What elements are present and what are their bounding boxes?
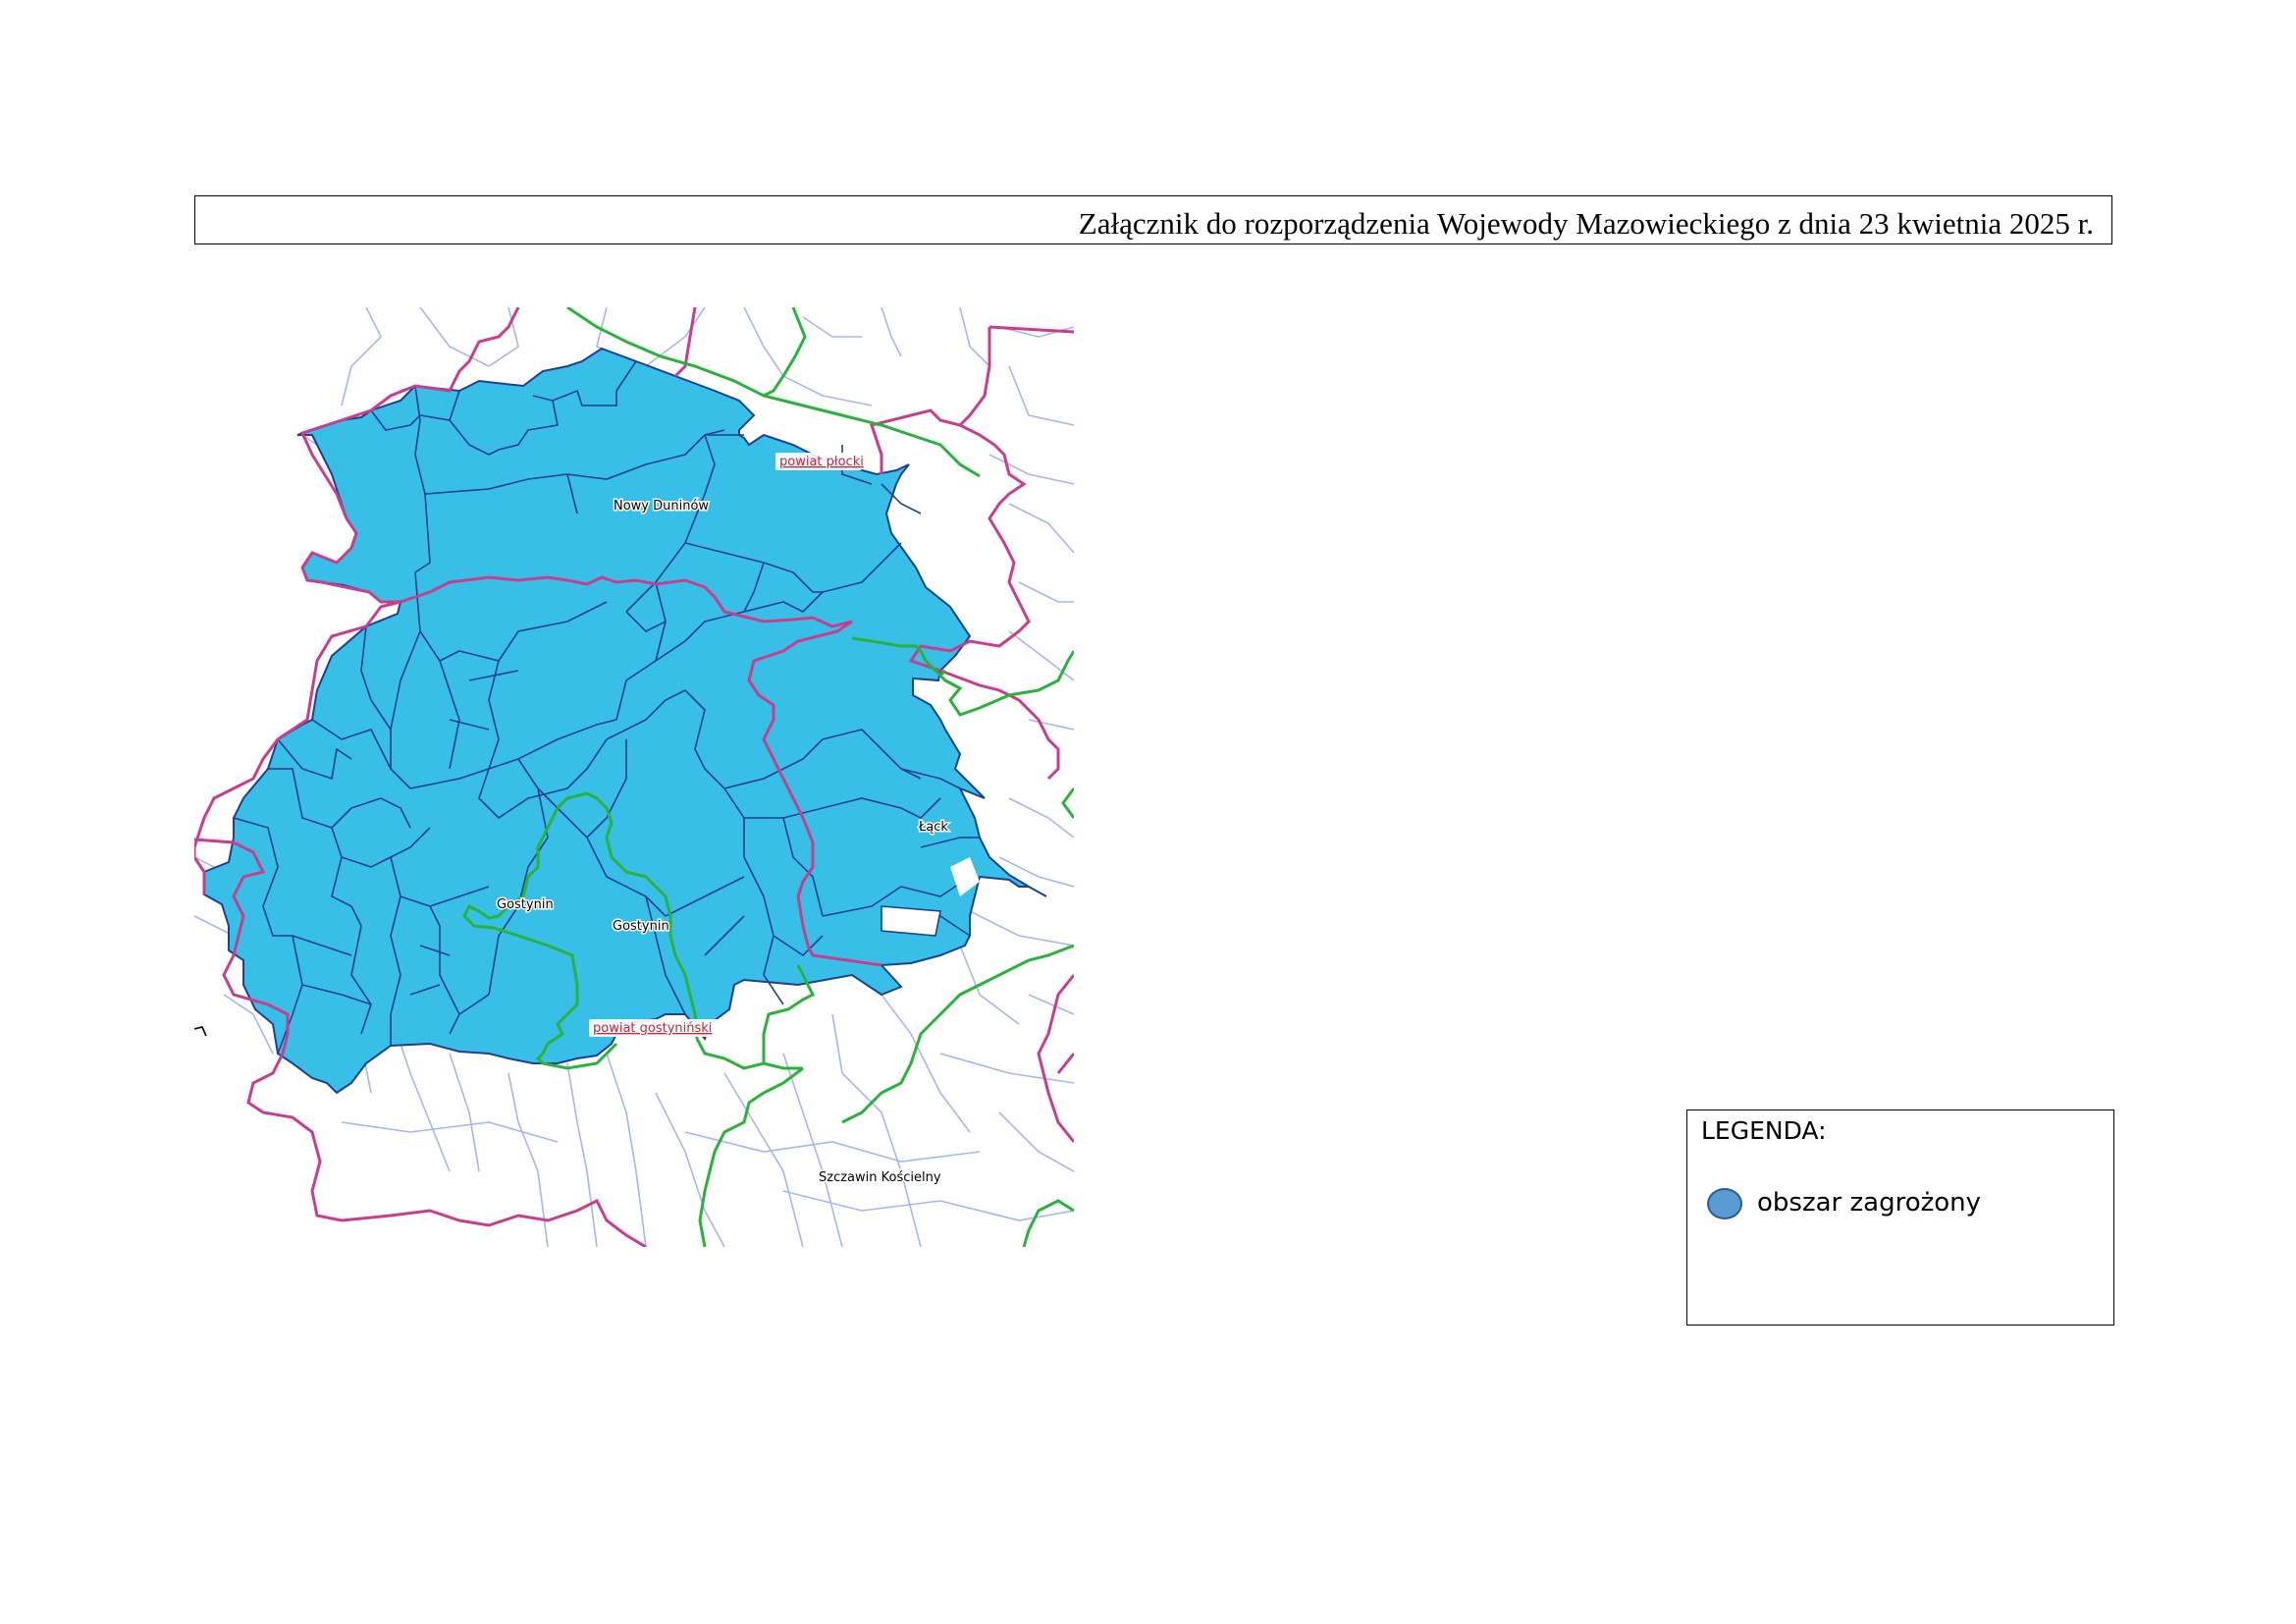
map-view[interactable]: powiat płocki Nowy Duninów Łąck Gostynin… xyxy=(194,307,1074,1247)
page-title: Załącznik do rozporządzenia Wojewody Maz… xyxy=(1078,206,2094,241)
legend-item-label: obszar zagrożony xyxy=(1757,1188,1982,1218)
label-gostynin-commune: Gostynin xyxy=(497,897,554,912)
legend-title: LEGENDA: xyxy=(1701,1116,1827,1145)
label-nowy-duninow: Nowy Duninów xyxy=(614,499,709,514)
label-lack: Łąck xyxy=(918,820,948,835)
label-gostynin-town: Gostynin xyxy=(613,919,669,934)
label-szczawin-koscielny: Szczawin Kościelny xyxy=(819,1170,941,1185)
road-segment xyxy=(194,1026,207,1037)
enclave-area xyxy=(881,905,941,937)
label-powiat-plocki: powiat płocki xyxy=(779,455,864,469)
threatened-area xyxy=(203,347,1047,1095)
header-box: Załącznik do rozporządzenia Wojewody Maz… xyxy=(194,195,2112,244)
label-powiat-gostyninski: powiat gostyniński xyxy=(593,1021,712,1036)
legend: LEGENDA: obszar zagrożony xyxy=(1686,1110,2114,1326)
map-svg: powiat płocki Nowy Duninów Łąck Gostynin… xyxy=(194,307,1074,1247)
legend-circle-swatch-icon xyxy=(1707,1188,1742,1219)
